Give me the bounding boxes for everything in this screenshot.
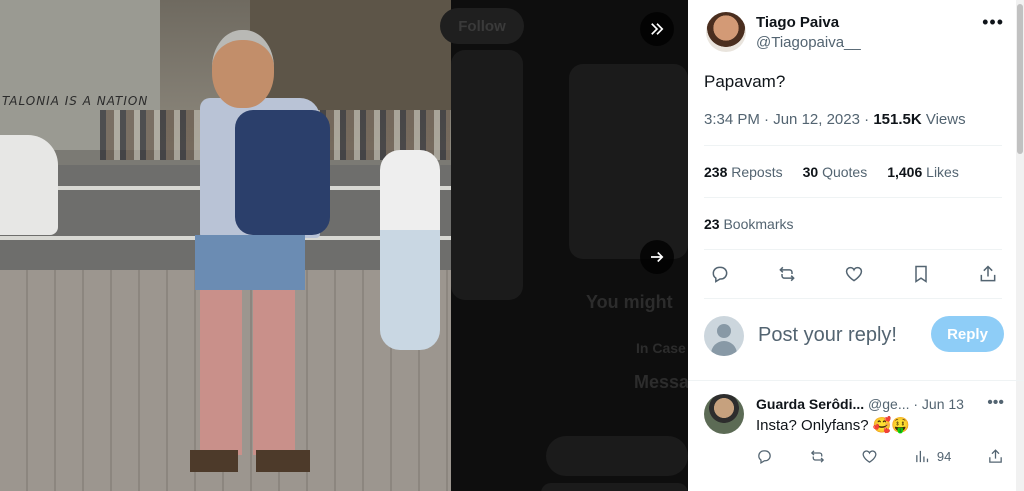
likes-stat[interactable]: 1,406 Likes (887, 164, 959, 180)
author-handle[interactable]: @Tiagopaiva__ (756, 34, 861, 51)
background-user: In Case (636, 340, 686, 356)
comment-actions: 94 (756, 448, 1004, 465)
reply-button[interactable] (708, 262, 732, 286)
heart-icon (862, 450, 877, 463)
bookmarks-stat[interactable]: 23 Bookmarks (704, 216, 794, 232)
background-heading: You might (586, 292, 673, 312)
comment-like-button[interactable] (861, 448, 878, 465)
author-avatar[interactable] (706, 12, 746, 52)
commenter-name[interactable]: Guarda Serôdi... (756, 396, 864, 412)
share-icon (989, 449, 1002, 463)
reply-input[interactable]: Post your reply! (758, 324, 897, 347)
views-label: Views (925, 111, 966, 128)
analytics-icon (916, 450, 928, 463)
tweet-panel: Tiago Paiva @Tiagopaiva__ ••• Papavam? 3… (688, 0, 1024, 491)
more-dots-icon[interactable]: ••• (987, 394, 1004, 412)
divider (704, 298, 1002, 299)
user-avatar (704, 316, 744, 356)
tweet-actions (704, 262, 1004, 286)
comment-repost-button[interactable] (809, 448, 826, 465)
divider (704, 197, 1002, 198)
comment-reply-button[interactable] (756, 448, 773, 465)
repost-icon (779, 266, 795, 282)
tweet-text: Papavam? (704, 72, 786, 91)
quotes-stat[interactable]: 30 Quotes (803, 164, 868, 180)
commenter-avatar[interactable] (704, 394, 744, 434)
tweet-stats: 238 Reposts 30 Quotes 1,406 Likes (704, 164, 959, 180)
views-count: 151.5K (873, 111, 922, 128)
tweet-meta: 3:34 PM · Jun 12, 2023 · 151.5K Views (704, 111, 966, 128)
photo-walker (380, 150, 440, 350)
arrow-right-icon (651, 251, 664, 263)
collapse-panel-button[interactable] (640, 12, 674, 46)
media-viewer: TALONIA IS A NATION Follow You might In … (0, 0, 688, 491)
reply-submit-button[interactable]: Reply (931, 316, 1004, 352)
comment-views-button[interactable]: 94 (914, 448, 951, 465)
double-chevron-right-icon (651, 23, 664, 35)
share-button[interactable] (976, 262, 1000, 286)
comment-date[interactable]: · Jun 13 (913, 396, 964, 412)
comment-text: Insta? Onlyfans? 🥰🤑 (756, 417, 911, 434)
bookmark-button[interactable] (909, 262, 933, 286)
more-dots-icon[interactable]: ••• (982, 12, 1004, 33)
tweet-date[interactable]: Jun 12, 2023 (773, 111, 860, 128)
photo-car (0, 135, 58, 235)
background-follow-button: Follow (440, 8, 524, 44)
repost-button[interactable] (775, 262, 799, 286)
next-media-button[interactable] (640, 240, 674, 274)
bookmark-icon (915, 265, 927, 283)
tweet-author: Tiago Paiva @Tiagopaiva__ ••• (704, 12, 1004, 56)
heart-icon (845, 266, 863, 282)
comment-share-button[interactable] (987, 448, 1004, 465)
commenter-handle[interactable]: @ge... (868, 396, 909, 412)
reply-icon (712, 266, 728, 283)
panel-scrollbar[interactable] (1016, 0, 1024, 491)
tweet-photo[interactable]: TALONIA IS A NATION (0, 0, 451, 491)
reposts-stat[interactable]: 238 Reposts (704, 164, 783, 180)
repost-icon (810, 450, 824, 463)
comment-views-count: 94 (936, 449, 952, 464)
divider (704, 145, 1002, 146)
tweet-time[interactable]: 3:34 PM (704, 111, 760, 128)
author-name[interactable]: Tiago Paiva (756, 14, 839, 31)
share-icon (980, 265, 996, 282)
divider (688, 380, 1024, 381)
background-message: Messa (634, 372, 688, 392)
divider (704, 249, 1002, 250)
like-button[interactable] (842, 262, 866, 286)
photo-person (190, 30, 340, 472)
reply-item[interactable]: Guarda Serôdi... @ge... · Jun 13 ••• Ins… (704, 392, 1004, 482)
reply-composer: Post your reply! Reply (704, 312, 1004, 360)
photo-graffiti: TALONIA IS A NATION (2, 94, 149, 108)
reply-icon (758, 450, 771, 465)
